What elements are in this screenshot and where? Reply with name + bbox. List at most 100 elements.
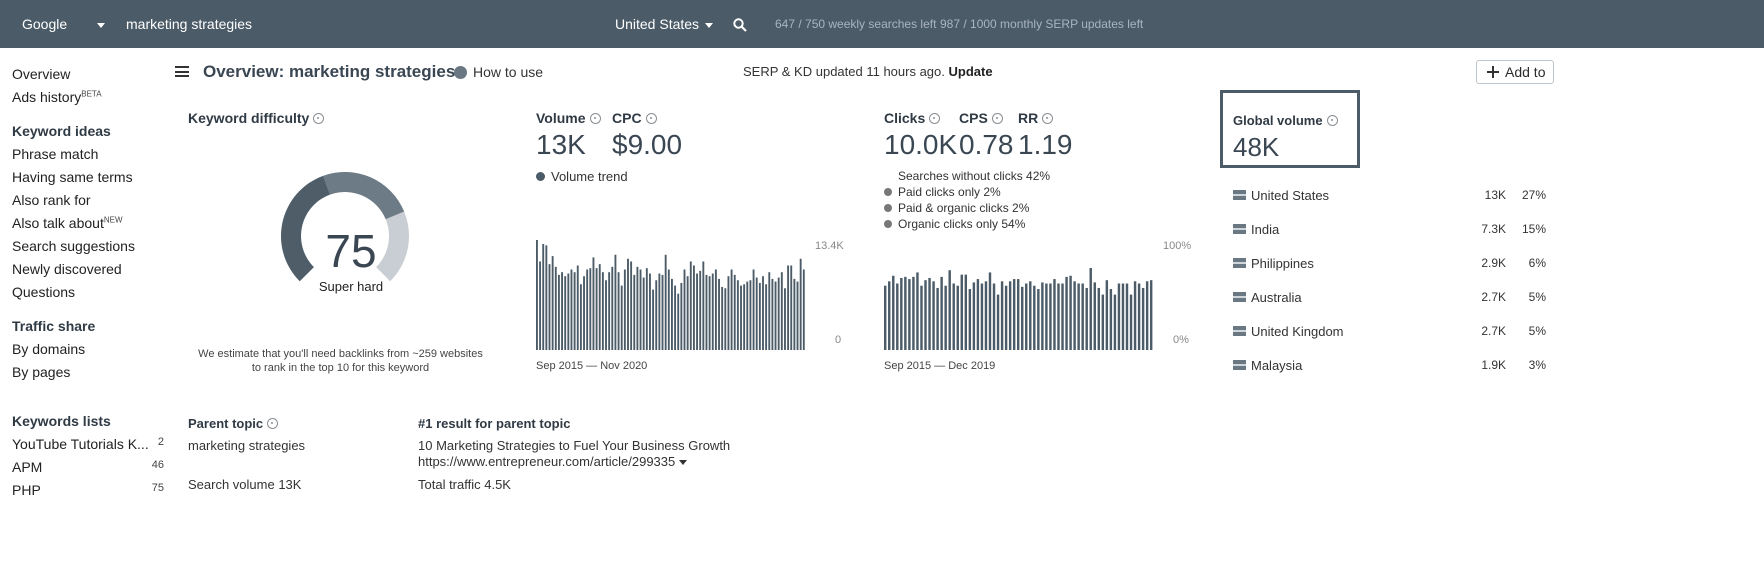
chart-bar bbox=[630, 261, 633, 350]
sidebar-item-newly-discovered[interactable]: Newly discovered bbox=[12, 261, 122, 277]
chart-bar bbox=[1004, 285, 1008, 350]
engine-dropdown-caret[interactable] bbox=[97, 0, 105, 48]
parent-topic-link[interactable]: marketing strategies bbox=[188, 438, 305, 453]
sidebar-item-by-pages[interactable]: By pages bbox=[12, 364, 70, 380]
country-name: United States bbox=[1251, 188, 1330, 203]
chart-bar bbox=[683, 269, 686, 350]
info-icon[interactable] bbox=[313, 113, 325, 124]
sidebar-list-item[interactable]: APM 46 bbox=[12, 459, 170, 475]
country-row[interactable]: Philippines 2.9K 6% bbox=[1233, 254, 1553, 274]
global-volume-value: 48K bbox=[1233, 132, 1280, 162]
chart-bar bbox=[793, 278, 796, 350]
sidebar-item-search-suggestions[interactable]: Search suggestions bbox=[12, 238, 135, 254]
country-share: 15% bbox=[1521, 222, 1546, 236]
cps-value: 0.78 bbox=[959, 129, 1014, 160]
chart-bar bbox=[1141, 287, 1145, 350]
flag-icon bbox=[1233, 258, 1246, 268]
chart-bar bbox=[1133, 281, 1137, 350]
top-result-label: #1 result for parent topic bbox=[418, 416, 571, 431]
top-result-title-link[interactable]: 10 Marketing Strategies to Fuel Your Bus… bbox=[418, 438, 730, 453]
country-row[interactable]: United Kingdom 2.7K 5% bbox=[1233, 322, 1553, 342]
sidebar-item-by-domains[interactable]: By domains bbox=[12, 341, 85, 357]
sidebar-item-questions[interactable]: Questions bbox=[12, 284, 75, 300]
sidebar-list-item[interactable]: YouTube Tutorials K... 2 bbox=[12, 436, 170, 452]
country-name: India bbox=[1251, 222, 1280, 237]
clicks-label: Clicks bbox=[884, 110, 941, 126]
sidebar-item-label: Ads history bbox=[12, 89, 82, 105]
country-row[interactable]: United States 13K 27% bbox=[1233, 186, 1553, 206]
chart-bar bbox=[636, 266, 639, 350]
global-volume-label-text: Global volume bbox=[1233, 113, 1323, 128]
volume-trend-legend: Volume trend bbox=[536, 169, 628, 184]
chart-bar bbox=[633, 274, 636, 350]
sidebar-item-ads-history[interactable]: Ads historyBETA bbox=[12, 89, 102, 105]
gauge-hatch bbox=[323, 172, 405, 220]
chart-bar bbox=[661, 274, 664, 350]
country-volume: 2.9K bbox=[1481, 256, 1506, 270]
chart-bar bbox=[796, 281, 799, 350]
chart-bar bbox=[1069, 275, 1072, 350]
kd-rating: Super hard bbox=[318, 279, 384, 294]
country-name: Australia bbox=[1251, 290, 1302, 305]
chart-bar bbox=[928, 277, 931, 350]
chevron-down-icon[interactable] bbox=[678, 460, 687, 466]
chart-bar bbox=[1053, 279, 1056, 350]
menu-icon[interactable] bbox=[175, 66, 189, 77]
chart-bar bbox=[790, 265, 793, 350]
keyword-input[interactable]: marketing strategies bbox=[126, 0, 252, 48]
country-select[interactable]: United States bbox=[615, 0, 699, 48]
info-icon[interactable] bbox=[1042, 113, 1054, 124]
cpc-label: CPC bbox=[612, 110, 657, 126]
serp-status: SERP & KD updated 11 hours ago. Update bbox=[743, 64, 993, 79]
chart-bar bbox=[944, 285, 947, 350]
chart-bar bbox=[1149, 280, 1153, 350]
sidebar-list-item[interactable]: PHP 75 bbox=[12, 482, 170, 498]
legend-dot bbox=[884, 204, 892, 212]
legend-label: Paid & organic clicks 2% bbox=[898, 201, 1030, 215]
chart-bar bbox=[758, 282, 761, 350]
chart-bar bbox=[1105, 280, 1109, 350]
list-name: YouTube Tutorials K... bbox=[12, 436, 149, 452]
sidebar-item-also-talk-about[interactable]: Also talk aboutNEW bbox=[12, 215, 123, 231]
search-button[interactable] bbox=[733, 0, 747, 48]
country-volume: 2.7K bbox=[1481, 290, 1506, 304]
country-dropdown-caret[interactable] bbox=[705, 0, 713, 48]
rr-label-text: RR bbox=[1018, 110, 1039, 126]
info-icon[interactable] bbox=[645, 113, 657, 124]
country-row[interactable]: India 7.3K 15% bbox=[1233, 220, 1553, 240]
chart-bar bbox=[780, 272, 783, 350]
how-to-use-link[interactable]: How to use bbox=[454, 64, 543, 80]
rr-label: RR bbox=[1018, 110, 1054, 126]
chart-bar bbox=[1077, 283, 1080, 350]
sidebar-item-phrase-match[interactable]: Phrase match bbox=[12, 146, 98, 162]
info-icon[interactable] bbox=[267, 418, 279, 429]
country-row[interactable]: Australia 2.7K 5% bbox=[1233, 288, 1553, 308]
info-icon[interactable] bbox=[929, 113, 941, 124]
chart-bar bbox=[1012, 279, 1016, 350]
chart-bar bbox=[787, 265, 790, 350]
chevron-down-icon bbox=[705, 22, 713, 28]
chart-bar bbox=[996, 294, 1000, 350]
chart-bar bbox=[1016, 279, 1020, 350]
how-to-use-label: How to use bbox=[473, 64, 544, 80]
info-icon[interactable] bbox=[1326, 115, 1338, 126]
new-badge: NEW bbox=[103, 215, 123, 225]
legend-label: Volume trend bbox=[551, 169, 628, 184]
chart-bar bbox=[1125, 283, 1129, 350]
search-engine-select[interactable]: Google bbox=[22, 0, 67, 48]
country-row[interactable]: Malaysia 1.9K 3% bbox=[1233, 356, 1553, 376]
organic-clicks-only: Organic clicks only 54% bbox=[884, 217, 1025, 231]
chart-bar bbox=[689, 261, 692, 350]
chart-bar bbox=[557, 274, 560, 350]
chart-bar bbox=[1065, 276, 1068, 350]
info-icon[interactable] bbox=[991, 113, 1003, 124]
update-link[interactable]: Update bbox=[949, 64, 993, 79]
sidebar-item-having-same-terms[interactable]: Having same terms bbox=[12, 169, 133, 185]
chart-bar bbox=[586, 269, 589, 350]
info-icon[interactable] bbox=[589, 113, 601, 124]
chart-bar bbox=[1089, 268, 1092, 350]
add-to-button[interactable]: Add to bbox=[1476, 60, 1554, 84]
sidebar-item-also-rank-for[interactable]: Also rank for bbox=[12, 192, 91, 208]
sidebar-item-overview[interactable]: Overview bbox=[12, 66, 70, 82]
top-result-url[interactable]: https://www.entrepreneur.com/article/299… bbox=[418, 454, 687, 469]
